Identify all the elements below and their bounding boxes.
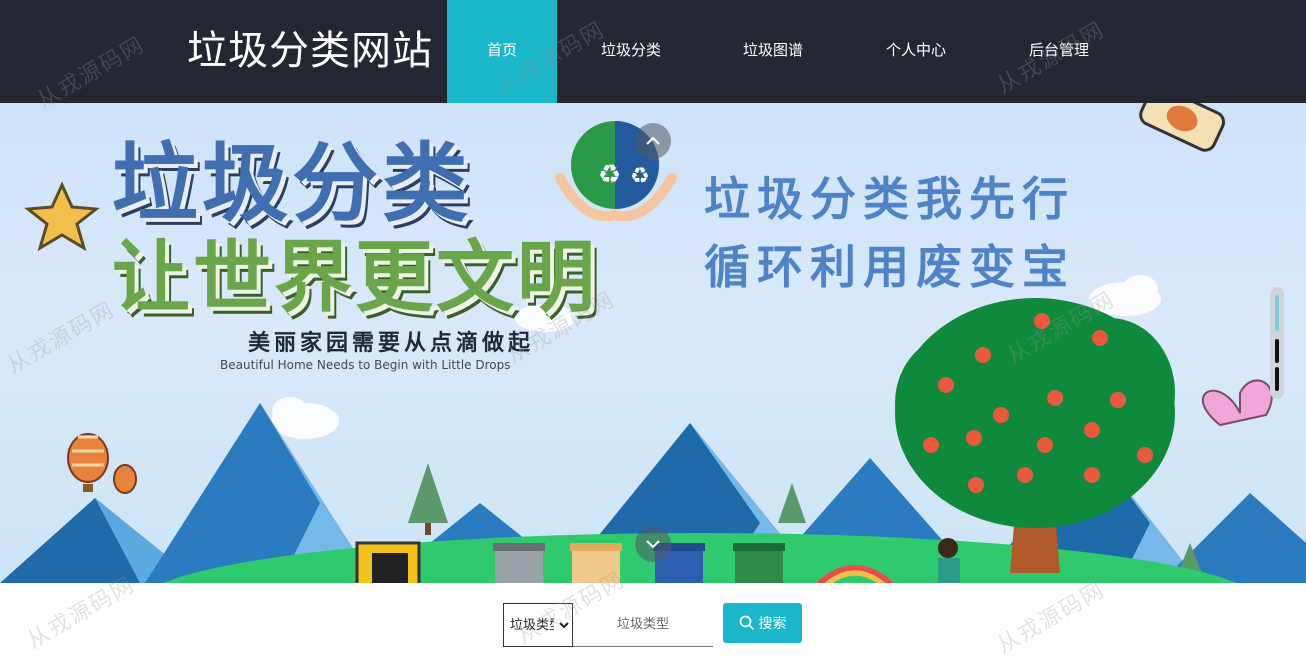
search-icon — [739, 615, 754, 631]
chevron-up-icon — [646, 136, 660, 145]
site-title[interactable]: 垃圾分类网站 — [187, 22, 433, 80]
main-nav: 首页 垃圾分类 垃圾图谱 个人中心 后台管理 — [447, 0, 1127, 103]
chevron-down-icon — [646, 540, 660, 549]
scrollbar-segment — [1275, 367, 1279, 391]
scrollbar-thumb[interactable] — [1275, 295, 1279, 331]
scrollbar-segment — [1275, 339, 1279, 363]
banner-tagline-english: Beautiful Home Needs to Begin with Littl… — [220, 358, 511, 372]
search-button-label: 搜索 — [758, 616, 787, 632]
garbage-type-input[interactable] — [573, 603, 713, 647]
hero-banner: ♻ ♻ 垃圾分类 让世界更文明 美丽家园需要从点滴做起 Beautiful Ho… — [0, 103, 1306, 583]
nav-item-admin[interactable]: 后台管理 — [991, 0, 1127, 103]
nav-item-profile[interactable]: 个人中心 — [841, 0, 991, 103]
banner-tagline: 美丽家园需要从点滴做起 — [248, 331, 535, 356]
search-button[interactable]: 搜索 — [723, 603, 802, 643]
banner-slogan-line2: 循环利用废变宝 — [704, 240, 1075, 294]
nav-item-classification[interactable]: 垃圾分类 — [557, 0, 705, 103]
site-header: 垃圾分类网站 首页 垃圾分类 垃圾图谱 个人中心 后台管理 — [0, 0, 1306, 103]
search-bar: 垃圾类型 搜索 — [0, 583, 1306, 656]
nav-item-home[interactable]: 首页 — [447, 0, 557, 103]
carousel-indicator-scrollbar[interactable] — [1270, 287, 1284, 399]
carousel-prev-button[interactable] — [635, 123, 671, 159]
banner-title-line2: 让世界更文明 — [112, 233, 599, 323]
carousel-next-button[interactable] — [635, 526, 671, 562]
svg-text:♻: ♻ — [598, 160, 621, 190]
garbage-type-select[interactable]: 垃圾类型 — [503, 603, 573, 647]
banner-slogan-line1: 垃圾分类我先行 — [704, 172, 1075, 226]
svg-text:♻: ♻ — [630, 164, 650, 189]
nav-item-garbage-atlas[interactable]: 垃圾图谱 — [705, 0, 841, 103]
